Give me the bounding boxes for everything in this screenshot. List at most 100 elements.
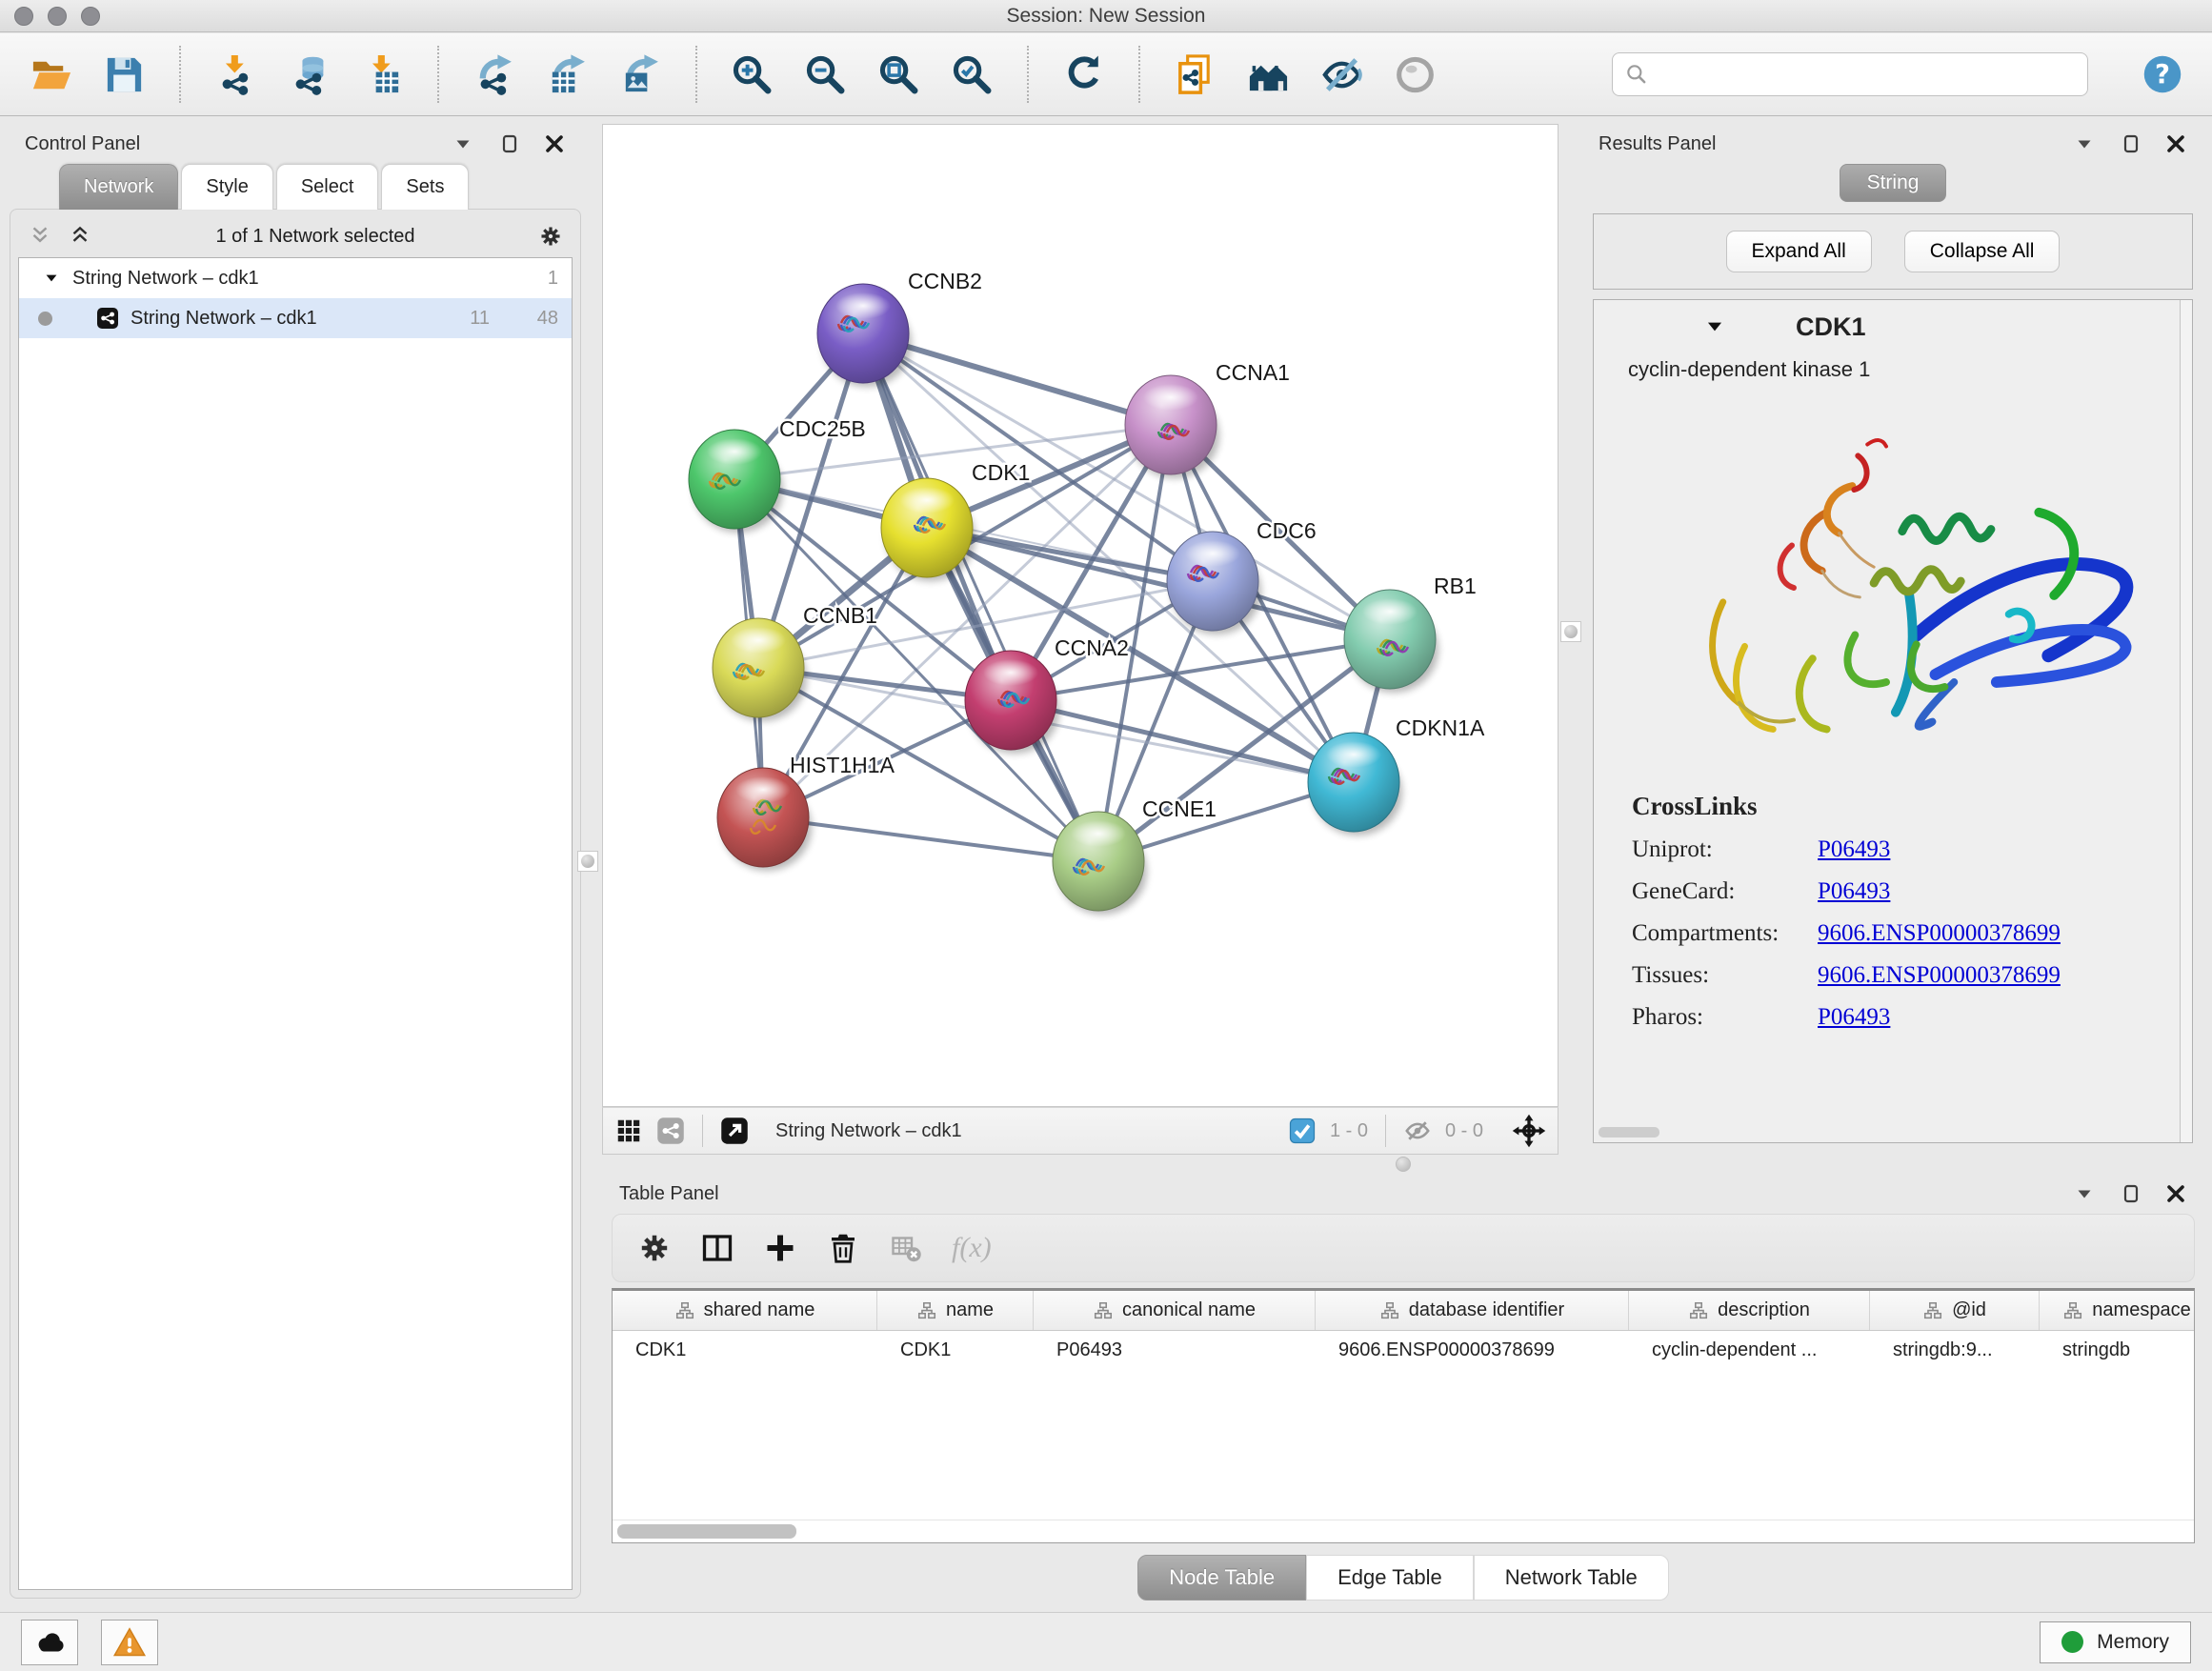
close-panel-icon[interactable] <box>543 132 566 155</box>
export-table-icon[interactable] <box>545 52 590 97</box>
tab-sets[interactable]: Sets <box>381 164 469 210</box>
tab-network-table[interactable]: Network Table <box>1474 1555 1669 1601</box>
table-cell[interactable]: CDK1 <box>613 1331 877 1369</box>
detach-view-icon[interactable] <box>720 1117 749 1145</box>
table-cell[interactable]: stringdb:9... <box>1870 1331 2040 1369</box>
refresh-icon[interactable] <box>1061 52 1106 97</box>
tab-select[interactable]: Select <box>276 164 379 210</box>
home-icon[interactable] <box>1246 52 1291 97</box>
import-network-icon[interactable] <box>213 52 258 97</box>
hide-unselected-icon[interactable] <box>1319 52 1364 97</box>
memory-label: Memory <box>2097 1631 2169 1654</box>
zoom-selected-icon[interactable] <box>950 52 995 97</box>
results-horizontal-scrollbar-thumb[interactable] <box>1599 1127 1659 1137</box>
show-columns-icon[interactable] <box>700 1231 734 1265</box>
gene-section-header[interactable]: CDK1 <box>1603 300 2173 353</box>
control-panel: Control Panel NetworkStyleSelectSets 1 o… <box>8 124 583 1606</box>
network-graph[interactable]: CCNB2CCNA1CDC25BCDK1CDC6RB1CCNB1CCNA2CDK… <box>603 125 1558 1106</box>
column-header-namespace[interactable]: namespace <box>2040 1291 2195 1330</box>
network-node-HIST1H1A[interactable]: HIST1H1A <box>717 753 895 871</box>
column-header-name[interactable]: name <box>877 1291 1034 1330</box>
network-node-CCNA1[interactable]: CCNA1 <box>1125 360 1290 478</box>
network-view-type-icon[interactable] <box>656 1117 685 1145</box>
table-cell[interactable]: CDK1 <box>877 1331 1034 1369</box>
selected-checkbox-icon[interactable] <box>1288 1117 1317 1145</box>
tab-style[interactable]: Style <box>181 164 272 210</box>
network-edge[interactable] <box>763 817 1098 861</box>
column-header-canonical-name[interactable]: canonical name <box>1034 1291 1316 1330</box>
tab-node-table[interactable]: Node Table <box>1137 1555 1306 1601</box>
network-node-RB1[interactable]: RB1 <box>1344 574 1477 693</box>
open-file-icon[interactable] <box>29 52 73 97</box>
crosslink-link[interactable]: P06493 <box>1818 836 1890 863</box>
tab-edge-table[interactable]: Edge Table <box>1306 1555 1474 1601</box>
hidden-eye-icon[interactable] <box>1403 1117 1432 1145</box>
network-row-selected[interactable]: String Network – cdk1 11 48 <box>19 298 572 338</box>
results-vertical-scrollbar[interactable] <box>2180 300 2192 1142</box>
float-panel-icon[interactable] <box>497 132 520 155</box>
help-icon[interactable]: ? <box>2142 53 2183 95</box>
add-column-icon[interactable] <box>763 1231 797 1265</box>
panel-menu-icon[interactable] <box>452 132 474 155</box>
table-cell[interactable]: 9606.ENSP00000378699 <box>1316 1331 1629 1369</box>
export-image-icon[interactable] <box>618 52 663 97</box>
tab-network[interactable]: Network <box>59 164 178 210</box>
right-splitter-handle[interactable] <box>1560 621 1581 642</box>
table-cell[interactable]: cyclin-dependent ... <box>1629 1331 1870 1369</box>
network-collection-row[interactable]: String Network – cdk1 1 <box>19 258 572 298</box>
float-panel-icon[interactable] <box>2119 1182 2142 1205</box>
tab-string[interactable]: String <box>1840 164 1947 202</box>
table-cell[interactable]: P06493 <box>1034 1331 1316 1369</box>
delete-column-icon[interactable] <box>826 1231 860 1265</box>
collapse-all-networks-icon[interactable] <box>28 224 52 249</box>
gene-expander-icon[interactable] <box>1702 314 1727 339</box>
left-splitter-handle[interactable] <box>577 851 598 872</box>
horizontal-splitter[interactable] <box>602 1155 2204 1174</box>
birdseye-navigator-icon[interactable] <box>1512 1114 1546 1148</box>
network-node-CCNB2[interactable]: CCNB2 <box>817 269 982 387</box>
cloud-button[interactable] <box>21 1620 78 1665</box>
zoom-in-icon[interactable] <box>730 52 774 97</box>
network-options-gear-icon[interactable] <box>538 224 563 249</box>
zoom-fit-icon[interactable] <box>876 52 921 97</box>
table-row[interactable]: CDK1CDK1P064939606.ENSP00000378699cyclin… <box>613 1331 2194 1369</box>
expand-all-networks-icon[interactable] <box>68 224 92 249</box>
crosslink-link[interactable]: 9606.ENSP00000378699 <box>1818 962 2061 989</box>
panel-menu-icon[interactable] <box>2073 132 2096 155</box>
panel-menu-icon[interactable] <box>2073 1182 2096 1205</box>
close-panel-icon[interactable] <box>2164 1182 2187 1205</box>
save-session-icon[interactable] <box>102 52 147 97</box>
collection-expander-icon[interactable] <box>42 269 61 288</box>
network-edge[interactable] <box>863 333 1098 861</box>
search-input[interactable] <box>1657 64 2076 86</box>
column-header-description[interactable]: description <box>1629 1291 1870 1330</box>
close-panel-icon[interactable] <box>2164 132 2187 155</box>
crosslink-link[interactable]: P06493 <box>1818 878 1890 905</box>
share-document-icon[interactable] <box>1173 52 1217 97</box>
warnings-button[interactable] <box>101 1620 158 1665</box>
export-network-icon[interactable] <box>472 52 516 97</box>
zoom-out-icon[interactable] <box>803 52 848 97</box>
crosslink-link[interactable]: P06493 <box>1818 1004 1890 1031</box>
crosslink-link[interactable]: 9606.ENSP00000378699 <box>1818 920 2061 947</box>
hidden-counter: 0 - 0 <box>1445 1120 1483 1142</box>
import-table-icon[interactable] <box>360 52 405 97</box>
show-all-icon[interactable] <box>1393 52 1438 97</box>
network-node-CDKN1A[interactable]: CDKN1A <box>1308 715 1485 836</box>
network-canvas[interactable]: CCNB2CCNA1CDC25BCDK1CDC6RB1CCNB1CCNA2CDK… <box>602 124 1558 1107</box>
grid-view-icon[interactable] <box>614 1117 643 1145</box>
import-database-icon[interactable] <box>287 52 332 97</box>
column-header-database-identifier[interactable]: database identifier <box>1316 1291 1629 1330</box>
results-button-bar: Expand All Collapse All <box>1593 213 2193 290</box>
table-panel: Table Panel f(x) shared namenamecanonica… <box>602 1174 2204 1610</box>
column-header--id[interactable]: @id <box>1870 1291 2040 1330</box>
table-options-gear-icon[interactable] <box>637 1231 672 1265</box>
collapse-all-button[interactable]: Collapse All <box>1904 231 2061 272</box>
table-scrollbar-thumb[interactable] <box>617 1524 796 1539</box>
column-header-shared-name[interactable]: shared name <box>613 1291 877 1330</box>
expand-all-button[interactable]: Expand All <box>1726 231 1872 272</box>
network-edge[interactable] <box>1011 700 1354 782</box>
table-cell[interactable]: stringdb <box>2040 1331 2195 1369</box>
memory-button[interactable]: Memory <box>2040 1621 2191 1663</box>
float-panel-icon[interactable] <box>2119 132 2142 155</box>
